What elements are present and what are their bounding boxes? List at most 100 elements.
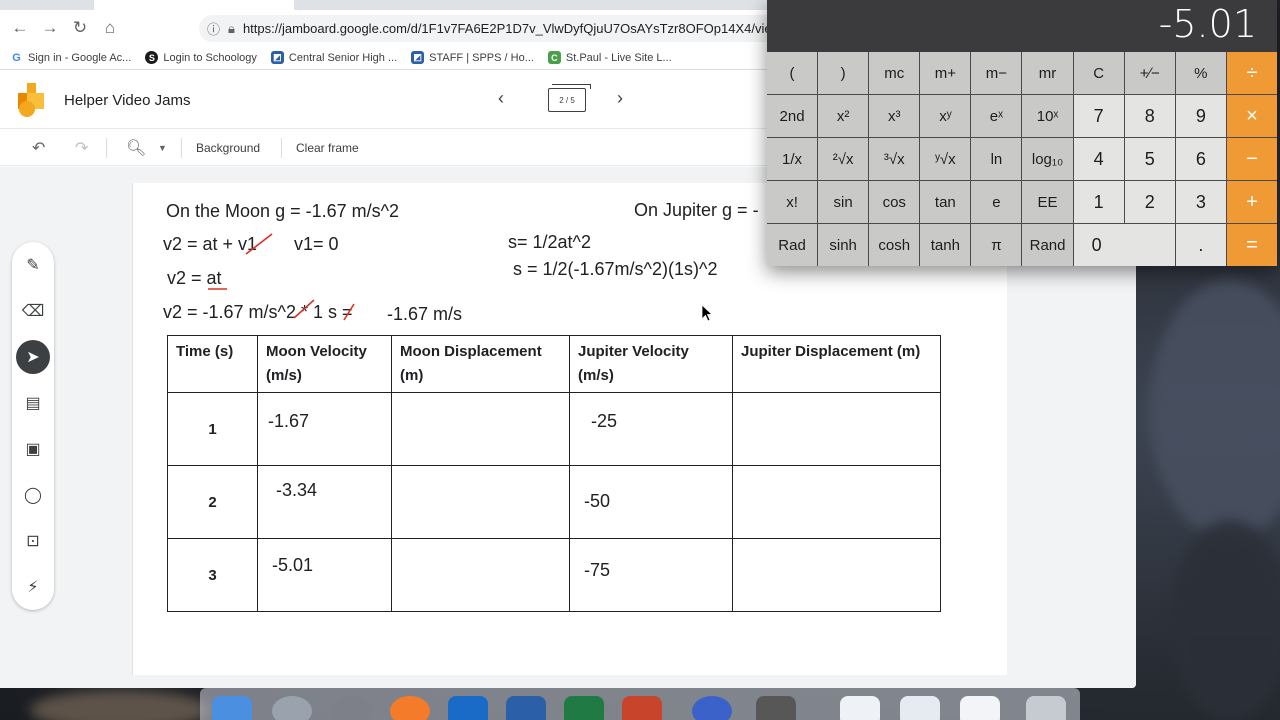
calc-key-4[interactable]: 4 bbox=[1073, 138, 1124, 180]
frame-counter-text: 2 / 5 bbox=[559, 95, 575, 105]
active-tab[interactable] bbox=[94, 0, 294, 10]
calc-key-cosh[interactable]: cosh bbox=[869, 224, 920, 266]
calc-key-2nd[interactable]: 2nd bbox=[767, 95, 818, 137]
calc-key-mr[interactable]: mr bbox=[1022, 52, 1073, 94]
calc-key-8[interactable]: 8 bbox=[1124, 95, 1175, 137]
schoology-icon: S bbox=[145, 51, 159, 64]
calc-key-power[interactable]: xʸ bbox=[920, 95, 971, 137]
home-icon[interactable]: ⌂ bbox=[96, 14, 124, 42]
word-icon[interactable] bbox=[506, 696, 546, 720]
document-thumbnail-icon[interactable] bbox=[960, 696, 1000, 720]
laser-icon[interactable]: ⚡︎ bbox=[16, 570, 50, 604]
system-preferences-icon[interactable] bbox=[332, 696, 372, 720]
calc-key-7[interactable]: 7 bbox=[1073, 95, 1124, 137]
cell-jupiter-velocity: -75 bbox=[569, 538, 733, 612]
calc-key-cos[interactable]: cos bbox=[869, 181, 920, 223]
calc-key-c[interactable]: C bbox=[1073, 52, 1124, 94]
calc-key-ee[interactable]: EE bbox=[1022, 181, 1073, 223]
document-thumbnail-icon[interactable] bbox=[900, 696, 940, 720]
calc-key-divide[interactable]: ÷ bbox=[1226, 52, 1277, 94]
circle-shape-icon[interactable]: ◯ bbox=[16, 478, 50, 512]
url-text: https://jamboard.google.com/d/1F1v7FA6E2… bbox=[242, 21, 779, 36]
reload-icon[interactable]: ↻ bbox=[66, 14, 94, 42]
calc-key-m-minus[interactable]: m− bbox=[971, 52, 1022, 94]
calc-key-cube-root[interactable]: ³√x bbox=[869, 138, 920, 180]
background-button[interactable]: Background bbox=[196, 141, 260, 155]
address-bar[interactable]: ⓘ 🔒︎ https://jamboard.google.com/d/1F1v7… bbox=[199, 15, 779, 42]
calc-key-m-plus[interactable]: m+ bbox=[920, 52, 971, 94]
bookmark-staff-spps[interactable]: ◩ STAFF | SPPS / Ho... bbox=[411, 51, 534, 64]
calc-key-tanh[interactable]: tanh bbox=[920, 224, 971, 266]
calc-key-rad[interactable]: Rad bbox=[767, 224, 818, 266]
calc-key-add[interactable]: + bbox=[1226, 181, 1277, 223]
firefox-icon[interactable] bbox=[390, 696, 430, 720]
launchpad-icon[interactable] bbox=[272, 696, 312, 720]
powerpoint-icon[interactable] bbox=[622, 696, 662, 720]
cell-time: 2 bbox=[167, 465, 258, 539]
bookmark-google-signin[interactable]: G Sign in - Google Ac... bbox=[10, 51, 131, 64]
app-icon[interactable] bbox=[692, 696, 732, 720]
calc-key-square[interactable]: x² bbox=[818, 95, 869, 137]
calc-key-9[interactable]: 9 bbox=[1175, 95, 1226, 137]
clear-frame-button[interactable]: Clear frame bbox=[296, 141, 359, 155]
previous-frame-icon[interactable]: ‹ bbox=[498, 88, 504, 109]
frame-counter[interactable]: 2 / 5 bbox=[548, 84, 591, 112]
calc-key-x-[interactable]: x! bbox=[767, 181, 818, 223]
calc-key-mc[interactable]: mc bbox=[869, 52, 920, 94]
site-info-icon[interactable]: ⓘ bbox=[207, 19, 220, 38]
calc-key-plus-minus[interactable]: +∕− bbox=[1124, 52, 1175, 94]
calc-key-2[interactable]: 2 bbox=[1124, 181, 1175, 223]
outlook-icon[interactable] bbox=[448, 696, 488, 720]
calc-key-0[interactable]: 0 bbox=[1073, 224, 1175, 266]
calc-key-sinh[interactable]: sinh bbox=[818, 224, 869, 266]
calc-key-open-paren[interactable]: ( bbox=[767, 52, 818, 94]
calc-key-1[interactable]: 1 bbox=[1073, 181, 1124, 223]
calc-key-close-paren[interactable]: ) bbox=[818, 52, 869, 94]
document-thumbnail-icon[interactable] bbox=[840, 696, 880, 720]
cell-jupiter-displacement bbox=[732, 392, 941, 466]
calc-key-rand[interactable]: Rand bbox=[1022, 224, 1073, 266]
calc-key-5[interactable]: 5 bbox=[1124, 138, 1175, 180]
trash-icon[interactable] bbox=[1026, 696, 1066, 720]
image-icon[interactable]: ▣ bbox=[16, 432, 50, 466]
calc-key-pi[interactable]: π bbox=[971, 224, 1022, 266]
redo-icon[interactable]: ↷ bbox=[75, 138, 88, 158]
calc-key-reciprocal[interactable]: 1/x bbox=[767, 138, 818, 180]
bookmark-schoology[interactable]: S Login to Schoology bbox=[145, 51, 257, 64]
calculator-display: -5.01 bbox=[767, 0, 1277, 52]
calc-key-ln[interactable]: ln bbox=[971, 138, 1022, 180]
text-box-icon[interactable]: ⊡ bbox=[16, 524, 50, 558]
excel-icon[interactable] bbox=[564, 696, 604, 720]
calc-key-log10[interactable]: log₁₀ bbox=[1022, 138, 1073, 180]
calc-key-square-root[interactable]: ²√x bbox=[818, 138, 869, 180]
next-frame-icon[interactable]: › bbox=[617, 88, 623, 109]
zoom-icon[interactable]: 🔍︎ bbox=[126, 138, 146, 158]
finder-icon[interactable] bbox=[212, 696, 252, 720]
calc-key-cube[interactable]: x³ bbox=[869, 95, 920, 137]
jam-title[interactable]: Helper Video Jams bbox=[64, 92, 190, 109]
sticky-note-icon[interactable]: ▤ bbox=[16, 386, 50, 420]
calc-key-exp[interactable]: eˣ bbox=[971, 95, 1022, 137]
bookmark-stpaul-live[interactable]: C St.Paul - Live Site L... bbox=[547, 51, 672, 64]
select-tool-icon[interactable]: ➤ bbox=[16, 340, 50, 374]
chevron-down-icon[interactable]: ▼ bbox=[158, 143, 167, 153]
calc-key-3[interactable]: 3 bbox=[1175, 181, 1226, 223]
pen-tool-icon[interactable]: ✎ bbox=[16, 248, 50, 282]
calc-key-tan[interactable]: tan bbox=[920, 181, 971, 223]
calc-key-percent[interactable]: % bbox=[1175, 52, 1226, 94]
calc-key-nth-root[interactable]: ʸ√x bbox=[920, 138, 971, 180]
calc-key-ten-power[interactable]: 10ˣ bbox=[1022, 95, 1073, 137]
bookmark-central-senior-high[interactable]: ◩ Central Senior High ... bbox=[270, 51, 397, 64]
calculator-app-icon[interactable] bbox=[756, 696, 796, 720]
calc-key-subtract[interactable]: − bbox=[1226, 138, 1277, 180]
calc-key-equals[interactable]: = bbox=[1226, 224, 1277, 266]
calc-key-sin[interactable]: sin bbox=[818, 181, 869, 223]
forward-icon[interactable]: → bbox=[36, 14, 64, 42]
calc-key-decimal[interactable]: . bbox=[1175, 224, 1226, 266]
back-icon[interactable]: ← bbox=[6, 14, 34, 42]
calc-key-e[interactable]: e bbox=[971, 181, 1022, 223]
calc-key-multiply[interactable]: × bbox=[1226, 95, 1277, 137]
undo-icon[interactable]: ↶ bbox=[32, 138, 45, 158]
eraser-tool-icon[interactable]: ⌫ bbox=[16, 294, 50, 328]
calc-key-6[interactable]: 6 bbox=[1175, 138, 1226, 180]
